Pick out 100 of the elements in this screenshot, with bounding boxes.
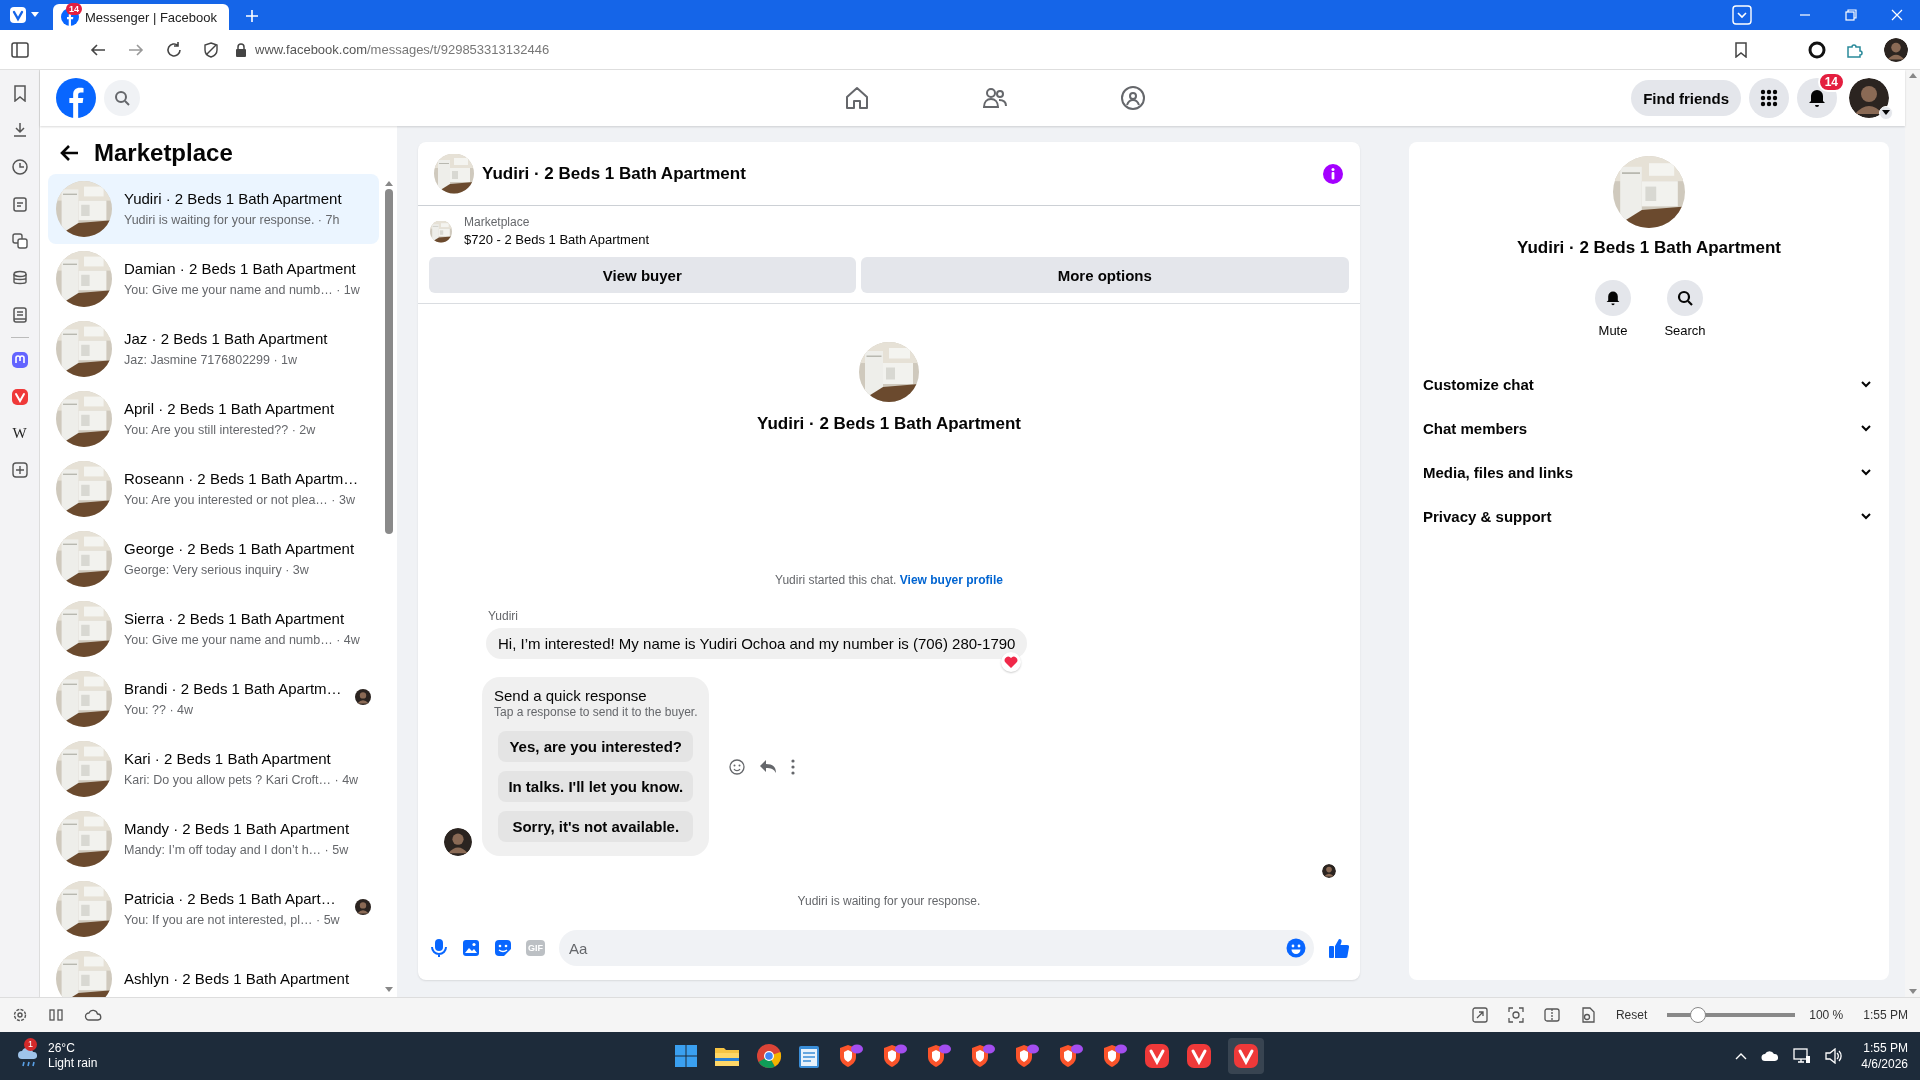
cloud-icon[interactable] (84, 1007, 102, 1023)
history-icon[interactable] (10, 158, 29, 176)
info-icon[interactable] (1322, 162, 1344, 185)
back-arrow-icon[interactable] (60, 143, 80, 163)
menu-button[interactable] (1749, 78, 1789, 118)
action-label: Search (1664, 323, 1706, 338)
conversation-item[interactable]: George · 2 Beds 1 Bath Apartment George: Very serious inquiry · 3w (48, 524, 379, 594)
message-preview: George: Very serious inquiry · 3w (124, 562, 310, 579)
conversation-item[interactable]: Roseann · 2 Beds 1 Bath Apartm… You: Are you interested or not plea… · 3w (48, 454, 379, 524)
settings-icon[interactable] (12, 1007, 28, 1023)
book-icon[interactable] (10, 306, 29, 324)
conversation-title: Sierra · 2 Beds 1 Bath Apartment (124, 609, 346, 629)
speaker-icon[interactable] (1825, 1048, 1844, 1064)
vivaldi-logo-icon[interactable] (1228, 1038, 1264, 1074)
vivaldi-logo-icon[interactable] (1186, 1043, 1212, 1069)
conversation-item[interactable]: April · 2 Beds 1 Bath Apartment You: Are you still interested?? · 2w (48, 384, 379, 454)
mute-button[interactable] (1595, 280, 1631, 316)
page-actions-icon[interactable] (1579, 1007, 1596, 1023)
split-view-icon[interactable] (1543, 1007, 1560, 1023)
mastodon-icon[interactable] (10, 351, 29, 369)
conversation-item[interactable]: Jaz · 2 Beds 1 Bath Apartment Jaz: Jasmine 7176802299 · 1w (48, 314, 379, 384)
scroll-down-arrow-icon[interactable] (1907, 988, 1918, 995)
action-button[interactable]: More options (860, 257, 1349, 293)
conversation-item[interactable]: Patricia · 2 Beds 1 Bath Apart… You: If you are not interested, pl… · 5w (48, 874, 379, 944)
capture-icon[interactable] (1507, 1007, 1524, 1023)
groups-icon[interactable] (1120, 85, 1146, 111)
conversation-name: Yudiri · 2 Beds 1 Bath Apartment (1517, 238, 1781, 258)
conversation-item[interactable]: Yudiri · 2 Beds 1 Bath Apartment Yudiri is waiting for your response. · 7h (48, 174, 379, 244)
bookmark-icon[interactable] (1734, 41, 1748, 58)
zoom-level: 100 % (1809, 1008, 1844, 1022)
browser-icon[interactable] (756, 1043, 782, 1069)
more-icon[interactable] (791, 758, 796, 775)
ring-icon[interactable] (1808, 40, 1826, 59)
shield-icon[interactable] (203, 41, 219, 58)
weather-widget[interactable]: 1 26°C Light rain (16, 1041, 616, 1071)
message-input[interactable]: Aa (559, 930, 1314, 966)
conversation-item[interactable]: Kari · 2 Beds 1 Bath Apartment Kari: Do you allow pets ? Kari Croft… · 4w (48, 734, 379, 804)
scroll-up-arrow-icon[interactable] (384, 180, 394, 187)
section-header[interactable]: Chat members (1421, 406, 1877, 450)
add-panel-icon[interactable] (10, 461, 29, 479)
thumbs-up-icon[interactable] (1328, 937, 1350, 959)
sticker-icon[interactable] (494, 939, 512, 957)
listing-label: Marketplace (464, 214, 531, 231)
action-button[interactable]: View buyer (429, 257, 856, 293)
view-buyer-profile-link[interactable]: View buyer profile (899, 573, 1003, 587)
message-preview: You: Are you still interested?? · 2w (124, 422, 317, 439)
scroll-down-arrow-icon[interactable] (384, 986, 394, 993)
reload-icon[interactable] (165, 40, 183, 59)
quick-reply-button[interactable]: Yes, are you interested? (498, 731, 694, 762)
network-icon[interactable] (1793, 1048, 1812, 1064)
notes-icon[interactable] (10, 195, 29, 213)
search-button[interactable] (1667, 280, 1703, 316)
start-icon[interactable] (674, 1044, 698, 1068)
tile-icon[interactable] (48, 1007, 64, 1023)
translate-icon[interactable] (10, 232, 29, 250)
taskbar-clock[interactable]: 1:55 PM 4/6/2026 (1861, 1040, 1908, 1072)
find-friends-button[interactable]: Find friends (1631, 80, 1741, 116)
section-header[interactable]: Media, files and links (1421, 450, 1877, 494)
emoji-icon[interactable] (1286, 938, 1306, 958)
scrollbar-thumb[interactable] (385, 189, 393, 534)
account-menu-button[interactable] (1879, 106, 1893, 120)
conversation-item[interactable]: Brandi · 2 Beds 1 Bath Apartm… You: ?? · 4w (48, 664, 379, 734)
chevron-down-icon (1861, 380, 1871, 388)
tab-list-icon[interactable] (1732, 5, 1752, 25)
home-icon[interactable] (844, 85, 870, 111)
restore-icon[interactable] (1844, 8, 1858, 22)
reset-zoom-button[interactable]: Reset (1615, 1008, 1648, 1022)
seen-avatar (1322, 864, 1336, 878)
notepad-icon[interactable] (798, 1043, 820, 1069)
section-header[interactable]: Privacy & support (1421, 494, 1877, 538)
vivaldi-logo-icon[interactable] (1144, 1043, 1170, 1069)
facebook-logo-icon[interactable] (56, 78, 96, 118)
quick-reply-button[interactable]: In talks. I'll let you know. (498, 771, 694, 802)
chevron-up-icon[interactable] (1735, 1052, 1748, 1060)
browser-tab[interactable]: 14 Messenger | Facebook (53, 4, 229, 30)
conversation-item[interactable]: Mandy · 2 Beds 1 Bath Apartment Mandy: I’m off today and I don’t h… · 5w (48, 804, 379, 874)
conversation-title: Roseann · 2 Beds 1 Bath Apartm… (124, 469, 360, 489)
microphone-icon[interactable] (430, 938, 448, 958)
new-tab-icon[interactable] (245, 9, 259, 23)
scroll-up-arrow-icon[interactable] (1907, 72, 1918, 79)
conversation-title: April · 2 Beds 1 Bath Apartment (124, 399, 336, 419)
section-header[interactable]: Customize chat (1421, 362, 1877, 406)
expand-icon[interactable] (1471, 1007, 1488, 1023)
chat-title: Yudiri · 2 Beds 1 Bath Apartment (482, 163, 746, 184)
close-icon[interactable] (1890, 8, 1904, 22)
reading-list-icon[interactable] (10, 269, 29, 287)
notifications-button[interactable] (1797, 78, 1837, 118)
notification-badge: 14 (1817, 72, 1845, 92)
cloud-icon[interactable] (1761, 1050, 1780, 1062)
reply-icon[interactable] (759, 758, 778, 775)
conversation-item[interactable]: Sierra · 2 Beds 1 Bath Apartment You: Give me your name and numb… · 4w (48, 594, 379, 664)
conversation-item[interactable]: Damian · 2 Beds 1 Bath Apartment You: Give me your name and numb… · 1w (48, 244, 379, 314)
friends-icon[interactable] (982, 85, 1008, 111)
quick-reply-button[interactable]: Sorry, it's not available. (498, 811, 694, 842)
panel-toggle-icon[interactable] (11, 40, 29, 59)
wikipedia-panel-button[interactable]: W (12, 425, 27, 442)
message-preview: Jaz: Jasmine 7176802299 · 1w (124, 352, 299, 369)
slider-thumb[interactable] (1689, 1007, 1706, 1023)
react-icon[interactable] (729, 758, 746, 775)
image-icon[interactable] (462, 939, 480, 957)
